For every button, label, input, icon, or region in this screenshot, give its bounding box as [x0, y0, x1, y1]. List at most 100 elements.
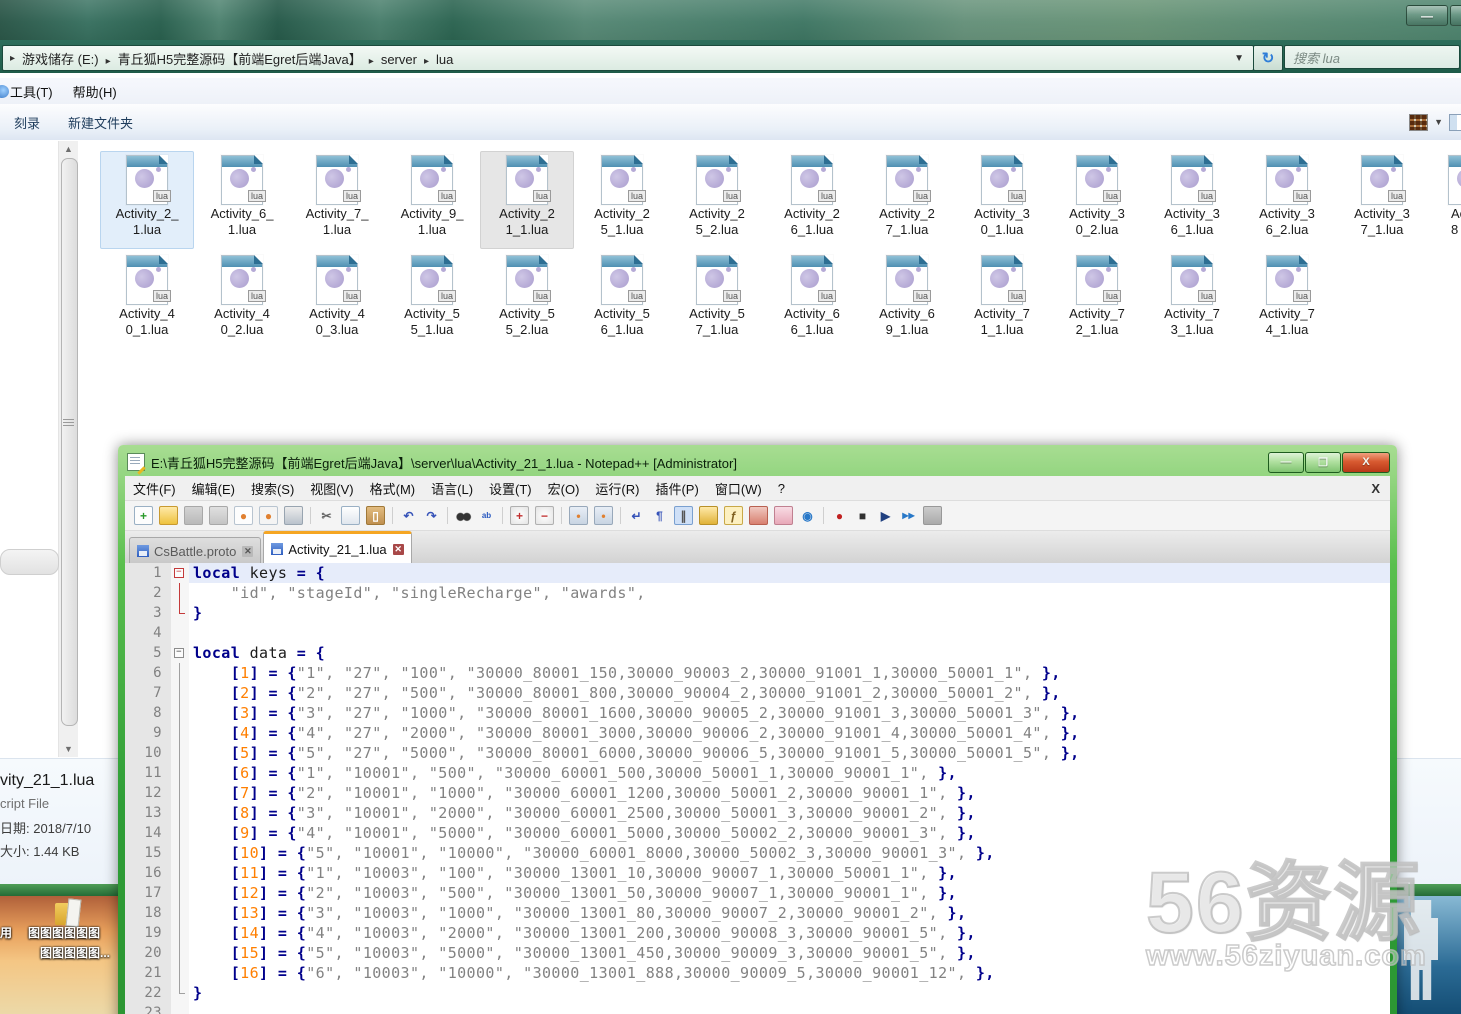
- word-wrap-icon[interactable]: ↵: [628, 507, 645, 524]
- code-line[interactable]: 23: [125, 1003, 1390, 1014]
- file-item[interactable]: luaActivity_30_1.lua: [955, 151, 1049, 249]
- fold-margin[interactable]: [171, 763, 189, 783]
- notepad-menu-item[interactable]: 插件(P): [647, 479, 706, 498]
- record-macro-icon[interactable]: ●: [831, 507, 848, 524]
- notepad-titlebar[interactable]: E:\青丘狐H5完整源码【前端Egret后端Java】\server\lua\A…: [125, 449, 1390, 475]
- chevron-right-icon[interactable]: ▸: [362, 56, 381, 67]
- code-line[interactable]: 3}: [125, 603, 1390, 623]
- code-line[interactable]: 11 [6] = {"1", "10001", "500", "30000_60…: [125, 763, 1390, 783]
- notepad-menu-item[interactable]: 视图(V): [302, 479, 361, 498]
- fold-margin[interactable]: [171, 583, 189, 603]
- fold-margin[interactable]: [171, 963, 189, 983]
- code-line[interactable]: 5−local data = {: [125, 643, 1390, 663]
- explorer-minimize-button[interactable]: —: [1406, 5, 1448, 26]
- file-item[interactable]: luaActivity_66_1.lua: [765, 251, 859, 349]
- tab-close-icon[interactable]: ✕: [393, 544, 404, 555]
- fold-margin[interactable]: [171, 783, 189, 803]
- code-line[interactable]: 4: [125, 623, 1390, 643]
- fold-margin[interactable]: [171, 883, 189, 903]
- redo-icon[interactable]: ↷: [423, 507, 440, 524]
- chevron-right-icon[interactable]: ▸: [99, 56, 118, 67]
- fold-collapse-icon[interactable]: −: [174, 648, 184, 658]
- file-item[interactable]: luaActivity_26_1.lua: [765, 151, 859, 249]
- code-line[interactable]: 8 [3] = {"3", "27", "1000", "30000_80001…: [125, 703, 1390, 723]
- file-item[interactable]: luaActivity_9_1.lua: [385, 151, 479, 249]
- file-item[interactable]: luaActivity_57_1.lua: [670, 251, 764, 349]
- save-macro-icon[interactable]: [923, 506, 942, 525]
- code-line[interactable]: 12 [7] = {"2", "10001", "1000", "30000_6…: [125, 783, 1390, 803]
- explorer-maximize-button[interactable]: ▢: [1450, 5, 1461, 26]
- explorer-menu-item[interactable]: 工具(T): [0, 82, 63, 101]
- cut-icon[interactable]: ✂: [318, 507, 335, 524]
- notepad-menu-item[interactable]: 语言(L): [423, 479, 481, 498]
- editor-tab[interactable]: Activity_21_1.lua✕: [263, 531, 411, 564]
- preview-pane-icon[interactable]: [1449, 114, 1461, 131]
- code-line[interactable]: 1−local keys = {: [125, 563, 1390, 583]
- fold-margin[interactable]: [171, 863, 189, 883]
- file-item[interactable]: luaActivity_36_2.lua: [1240, 151, 1334, 249]
- indent-guide-icon[interactable]: ∥: [674, 506, 693, 525]
- doc-switcher-icon[interactable]: [774, 506, 793, 525]
- file-item[interactable]: luaActivity_25_2.lua: [670, 151, 764, 249]
- fold-margin[interactable]: −: [171, 643, 189, 663]
- save-all-icon[interactable]: [209, 506, 228, 525]
- file-item[interactable]: luaActivity_36_1.lua: [1145, 151, 1239, 249]
- explorer-menu-item[interactable]: 帮助(H): [63, 82, 127, 101]
- scroll-down-icon[interactable]: ▼: [59, 741, 78, 757]
- undo-icon[interactable]: ↶: [400, 507, 417, 524]
- code-line[interactable]: 14 [9] = {"4", "10001", "5000", "30000_6…: [125, 823, 1390, 843]
- print-icon[interactable]: [284, 506, 303, 525]
- fold-margin[interactable]: [171, 1003, 189, 1014]
- code-line[interactable]: 9 [4] = {"4", "27", "2000", "30000_80001…: [125, 723, 1390, 743]
- code-line[interactable]: 20 [15] = {"5", "10003", "5000", "30000_…: [125, 943, 1390, 963]
- close-all-icon[interactable]: ●: [259, 506, 278, 525]
- code-line[interactable]: 16 [11] = {"1", "10003", "100", "30000_1…: [125, 863, 1390, 883]
- notepad-close-button[interactable]: X: [1342, 452, 1390, 473]
- notepad-menu-item[interactable]: 格式(M): [362, 479, 424, 498]
- explorer-toolbar-button[interactable]: 刻录: [0, 113, 54, 132]
- fold-margin[interactable]: [171, 603, 189, 623]
- file-item[interactable]: luaAc8: [1430, 151, 1461, 249]
- breadcrumb-segment[interactable]: server: [381, 52, 417, 67]
- file-item[interactable]: luaActivity_69_1.lua: [860, 251, 954, 349]
- stop-macro-icon[interactable]: ■: [854, 507, 871, 524]
- view-switcher-dropdown-icon[interactable]: ▼: [1428, 117, 1449, 127]
- code-line[interactable]: 21 [16] = {"6", "10003", "10000", "30000…: [125, 963, 1390, 983]
- code-line[interactable]: 6 [1] = {"1", "27", "100", "30000_80001_…: [125, 663, 1390, 683]
- function-list-icon[interactable]: ƒ: [724, 506, 743, 525]
- file-item[interactable]: luaActivity_6_1.lua: [195, 151, 289, 249]
- nav-horizontal-scrollbar[interactable]: [0, 549, 59, 575]
- file-item[interactable]: luaActivity_74_1.lua: [1240, 251, 1334, 349]
- fold-margin[interactable]: [171, 943, 189, 963]
- code-line[interactable]: 7 [2] = {"2", "27", "500", "30000_80001_…: [125, 683, 1390, 703]
- sync-horizontal-icon[interactable]: •: [594, 506, 613, 525]
- fold-margin[interactable]: [171, 923, 189, 943]
- fold-collapse-icon[interactable]: −: [174, 568, 184, 578]
- doc-map-icon[interactable]: [699, 506, 718, 525]
- scroll-up-icon[interactable]: ▲: [59, 141, 78, 157]
- fold-margin[interactable]: [171, 683, 189, 703]
- replace-icon[interactable]: ab: [478, 507, 495, 524]
- file-item[interactable]: luaActivity_72_1.lua: [1050, 251, 1144, 349]
- scrollbar-thumb[interactable]: [61, 158, 78, 726]
- file-item[interactable]: luaActivity_40_3.lua: [290, 251, 384, 349]
- desktop-folder-icon[interactable]: [55, 897, 81, 927]
- notepad-menu-item[interactable]: 运行(R): [587, 479, 647, 498]
- run-multiple-icon[interactable]: ▶▶: [900, 507, 917, 524]
- explorer-toolbar-button[interactable]: 新建文件夹: [54, 113, 147, 132]
- editor-tab[interactable]: CsBattle.proto✕: [129, 537, 261, 564]
- view-monitor-icon[interactable]: ◉: [799, 507, 816, 524]
- notepad-minimize-button[interactable]: —: [1268, 452, 1304, 473]
- open-file-icon[interactable]: [159, 506, 178, 525]
- file-item[interactable]: luaActivity_73_1.lua: [1145, 251, 1239, 349]
- copy-icon[interactable]: [341, 506, 360, 525]
- file-item[interactable]: luaActivity_7_1.lua: [290, 151, 384, 249]
- fold-margin[interactable]: [171, 623, 189, 643]
- fold-margin[interactable]: [171, 803, 189, 823]
- code-line[interactable]: 15 [10] = {"5", "10001", "10000", "30000…: [125, 843, 1390, 863]
- code-line[interactable]: 2 "id", "stageId", "singleRecharge", "aw…: [125, 583, 1390, 603]
- find-icon[interactable]: [455, 507, 472, 524]
- breadcrumb-segment[interactable]: 游戏储存 (E:): [22, 52, 99, 67]
- address-dropdown-icon[interactable]: ▼: [1225, 53, 1253, 64]
- notepad-menu-item[interactable]: 文件(F): [125, 479, 184, 498]
